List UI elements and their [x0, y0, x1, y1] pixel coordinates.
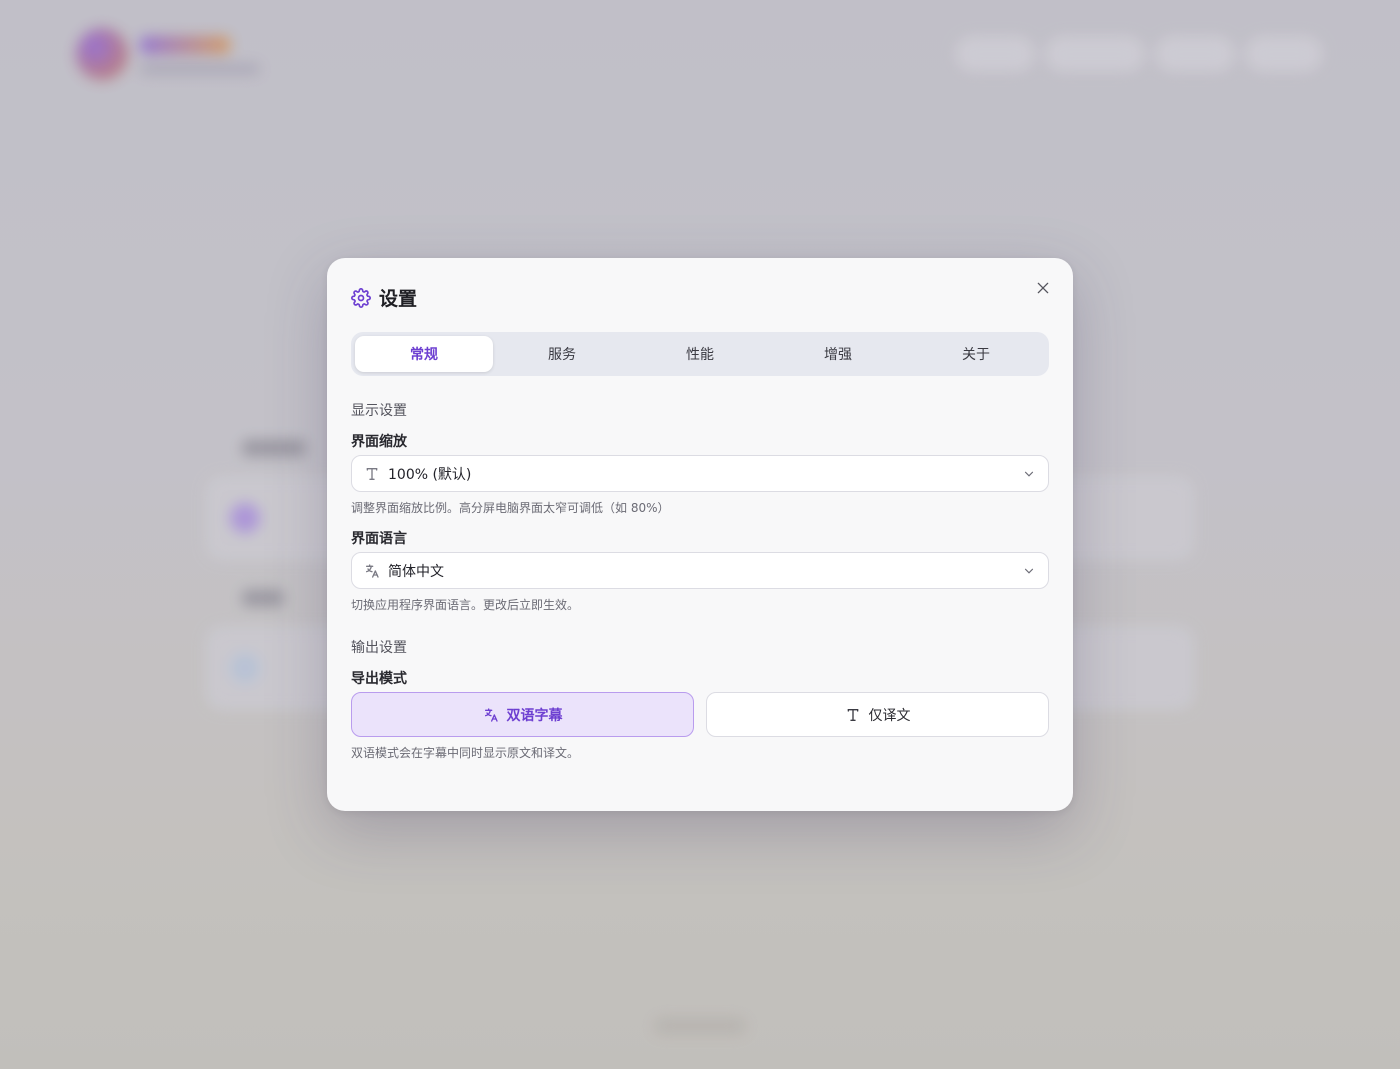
output-settings-heading: 输出设置: [351, 640, 407, 656]
settings-dialog: 设置 常规 服务 性能 增强 关于 显示设置 界面缩放 100% (默认) 调整…: [327, 258, 1073, 811]
language-hint: 切换应用程序界面语言。更改后立即生效。: [351, 598, 580, 612]
bilingual-option-label: 双语字幕: [506, 707, 563, 724]
export-mode-hint: 双语模式会在字幕中同时显示原文和译文。: [351, 746, 580, 760]
dialog-header: 设置: [351, 284, 417, 311]
gear-icon: [351, 287, 371, 308]
tab-services[interactable]: 服务: [493, 336, 631, 372]
chevron-down-icon: [1022, 467, 1036, 481]
scale-label: 界面缩放: [351, 434, 407, 450]
translate-icon: [364, 563, 380, 579]
settings-tabs: 常规 服务 性能 增强 关于: [351, 332, 1049, 376]
tab-general[interactable]: 常规: [355, 336, 493, 372]
translation-only-option[interactable]: 仅译文: [706, 692, 1049, 737]
close-icon: [1035, 280, 1051, 296]
scale-hint: 调整界面缩放比例。高分屏电脑界面太窄可调低（如 80%）: [351, 501, 670, 515]
export-mode-label: 导出模式: [351, 671, 407, 687]
close-button[interactable]: [1029, 274, 1057, 302]
scale-value: 100% (默认): [388, 466, 472, 483]
tab-enhance[interactable]: 增强: [769, 336, 907, 372]
translate-icon: [483, 707, 499, 723]
bilingual-subtitles-option[interactable]: 双语字幕: [351, 692, 694, 737]
language-label: 界面语言: [351, 531, 407, 547]
language-value: 简体中文: [388, 563, 444, 580]
chevron-down-icon: [1022, 564, 1036, 578]
text-icon: [845, 707, 861, 723]
scale-select[interactable]: 100% (默认): [351, 455, 1049, 492]
language-select[interactable]: 简体中文: [351, 552, 1049, 589]
display-settings-heading: 显示设置: [351, 403, 407, 419]
dialog-title: 设置: [379, 288, 418, 310]
tab-performance[interactable]: 性能: [631, 336, 769, 372]
translation-only-label: 仅译文: [868, 707, 911, 724]
text-size-icon: [364, 466, 380, 482]
tab-about[interactable]: 关于: [907, 336, 1045, 372]
